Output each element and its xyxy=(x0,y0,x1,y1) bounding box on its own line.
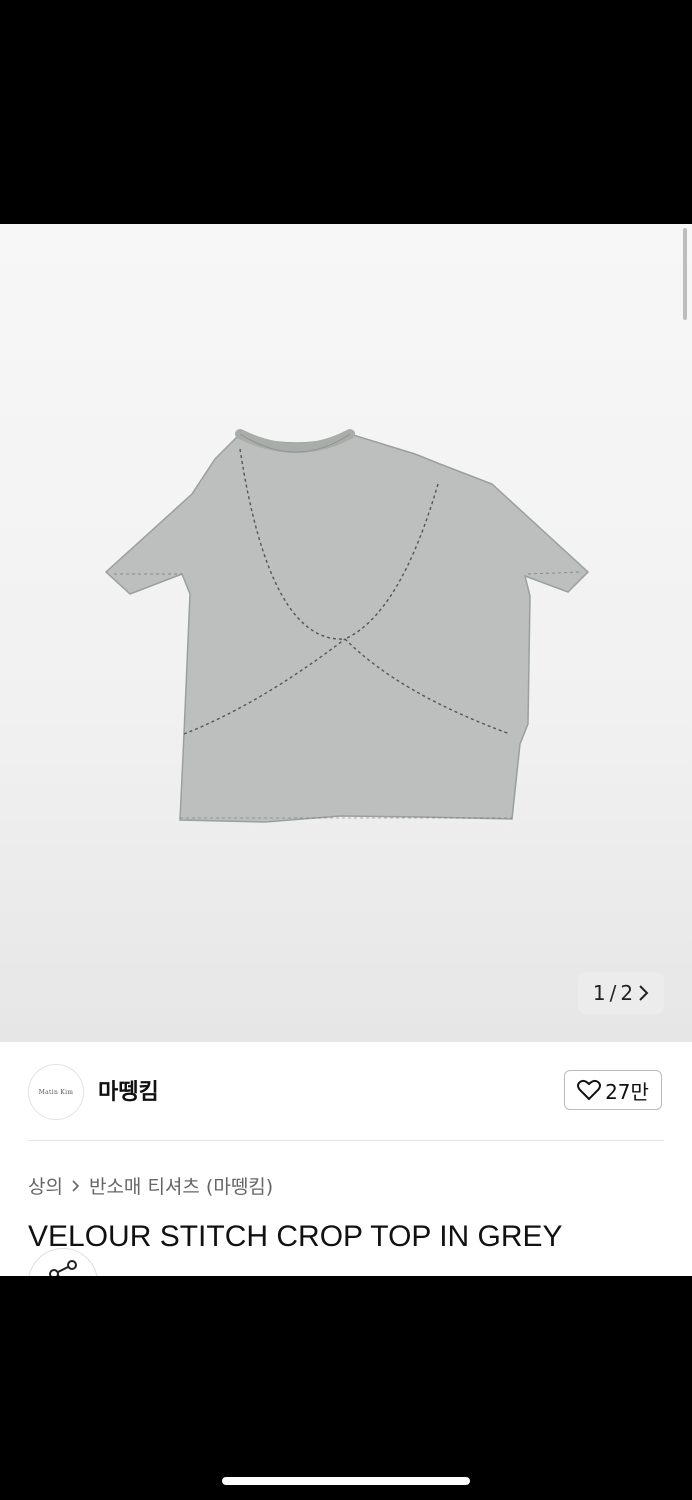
share-icon xyxy=(49,1260,77,1276)
counter-current: 1 xyxy=(592,981,606,1005)
product-info-panel: Matin Kim 마뗑킴 27만 상의 반소매 티셔츠 (마뗑킴) VELOU… xyxy=(0,1042,692,1276)
divider xyxy=(28,1140,664,1141)
home-indicator[interactable] xyxy=(222,1477,470,1485)
chevron-right-icon[interactable] xyxy=(637,984,649,1002)
product-image xyxy=(104,429,590,823)
brand-logo-text: Matin Kim xyxy=(38,1088,74,1096)
breadcrumb-category[interactable]: 상의 xyxy=(28,1172,63,1199)
brand-logo[interactable]: Matin Kim xyxy=(28,1064,84,1120)
bottom-letterbox xyxy=(0,1276,692,1500)
breadcrumb-subcategory[interactable]: 반소매 티셔츠 (마뗑킴) xyxy=(89,1172,273,1199)
chevron-right-icon xyxy=(72,1179,80,1192)
brand-name[interactable]: 마뗑킴 xyxy=(98,1074,159,1106)
like-count: 27만 xyxy=(605,1079,649,1104)
product-image-gallery[interactable] xyxy=(0,224,692,1042)
top-letterbox xyxy=(0,0,692,224)
brand-like-button[interactable]: 27만 xyxy=(564,1070,662,1110)
breadcrumb: 상의 반소매 티셔츠 (마뗑킴) xyxy=(28,1172,273,1199)
product-title: VELOUR STITCH CROP TOP IN GREY xyxy=(28,1220,563,1253)
image-counter[interactable]: 1 / 2 xyxy=(578,972,664,1014)
scrollbar[interactable] xyxy=(683,228,687,320)
counter-total: 2 xyxy=(620,981,634,1005)
counter-separator: / xyxy=(609,981,617,1005)
heart-outline-icon xyxy=(577,1079,602,1101)
